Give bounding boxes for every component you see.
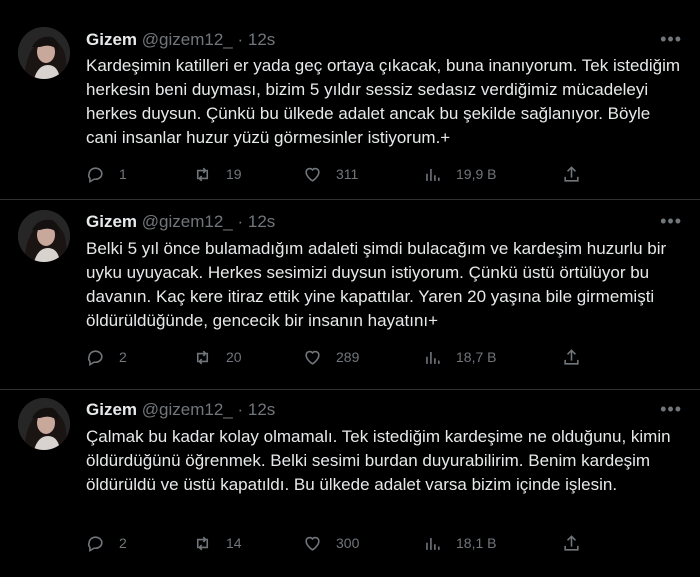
share-upload-icon	[564, 534, 579, 551]
user-handle[interactable]: @gizem12_	[142, 212, 233, 231]
timeline: Gizem @gizem12_ · 12s ••• Kardeşimin kat…	[0, 0, 700, 577]
tweet[interactable]: Gizem @gizem12_ · 12s ••• Belki 5 yıl ön…	[0, 199, 700, 389]
action-bar: 2 20 289 18,7 B	[86, 345, 596, 369]
retweet-icon	[196, 350, 209, 364]
avatar[interactable]	[18, 27, 70, 79]
display-name[interactable]: Gizem	[86, 212, 137, 231]
heart-icon	[305, 167, 320, 182]
display-name[interactable]: Gizem	[86, 30, 137, 49]
views-chart-icon	[426, 537, 440, 550]
separator-dot: ·	[237, 30, 244, 49]
tweet-header: Gizem @gizem12_ · 12s	[86, 212, 660, 232]
like-count: 311	[336, 166, 359, 182]
views-chart-icon	[426, 168, 440, 181]
share-button[interactable]	[562, 162, 581, 186]
tweet-text: Belki 5 yıl önce bulamadığım adaleti şim…	[86, 239, 667, 330]
reply-button[interactable]: 2	[86, 345, 127, 369]
tweet[interactable]: Gizem @gizem12_ · 12s ••• Kardeşimin kat…	[0, 0, 700, 199]
user-handle[interactable]: @gizem12_	[142, 30, 233, 49]
view-count: 18,1 B	[456, 535, 497, 551]
like-button[interactable]: 311	[303, 162, 358, 186]
share-upload-icon	[564, 165, 579, 182]
timestamp[interactable]: 12s	[248, 400, 275, 419]
heart-icon	[305, 350, 320, 365]
share-button[interactable]	[562, 345, 581, 369]
retweet-count: 14	[226, 535, 242, 551]
display-name[interactable]: Gizem	[86, 400, 137, 419]
view-count: 18,7 B	[456, 349, 497, 365]
reply-bubble-icon	[88, 349, 103, 366]
avatar[interactable]	[18, 210, 70, 262]
timestamp[interactable]: 12s	[248, 30, 275, 49]
tweet-header: Gizem @gizem12_ · 12s	[86, 30, 660, 50]
reply-button[interactable]: 1	[86, 162, 127, 186]
retweet-icon	[196, 167, 209, 181]
tweet-header: Gizem @gizem12_ · 12s	[86, 400, 660, 420]
tweet[interactable]: Gizem @gizem12_ · 12s ••• Çalmak bu kada…	[0, 389, 700, 577]
views-button[interactable]: 18,1 B	[423, 531, 496, 555]
avatar[interactable]	[18, 398, 70, 450]
reply-bubble-icon	[88, 166, 103, 183]
tweet-text: Çalmak bu kadar kolay olmamalı. Tek iste…	[86, 427, 671, 494]
share-upload-icon	[564, 348, 579, 365]
tweet-text: Kardeşimin katilleri er yada geç ortaya …	[86, 56, 681, 147]
more-horizontal-icon[interactable]: •••	[660, 211, 682, 231]
reply-button[interactable]: 2	[86, 531, 127, 555]
reply-count: 1	[119, 166, 127, 182]
more-horizontal-icon[interactable]: •••	[660, 399, 682, 419]
separator-dot: ·	[237, 400, 244, 419]
retweet-button[interactable]: 19	[193, 162, 242, 186]
retweet-button[interactable]: 20	[193, 345, 242, 369]
reply-count: 2	[119, 349, 127, 365]
like-count: 300	[336, 535, 360, 551]
action-bar: 2 14 300 18,1 B	[86, 531, 596, 555]
like-button[interactable]: 289	[303, 345, 359, 369]
view-count: 19,9 B	[456, 166, 497, 182]
separator-dot: ·	[237, 212, 244, 231]
reply-bubble-icon	[88, 535, 103, 552]
action-bar: 1 19 311 19,9 B	[86, 162, 596, 186]
like-button[interactable]: 300	[303, 531, 359, 555]
timestamp[interactable]: 12s	[248, 212, 275, 231]
retweet-button[interactable]: 14	[193, 531, 242, 555]
views-button[interactable]: 18,7 B	[423, 345, 496, 369]
retweet-count: 19	[226, 166, 242, 182]
views-chart-icon	[426, 351, 440, 364]
retweet-icon	[196, 536, 209, 550]
retweet-count: 20	[226, 349, 242, 365]
reply-count: 2	[119, 535, 127, 551]
more-horizontal-icon[interactable]: •••	[660, 29, 682, 49]
heart-icon	[305, 536, 320, 551]
user-handle[interactable]: @gizem12_	[142, 400, 233, 419]
views-button[interactable]: 19,9 B	[423, 162, 496, 186]
like-count: 289	[336, 349, 360, 365]
share-button[interactable]	[562, 531, 581, 555]
